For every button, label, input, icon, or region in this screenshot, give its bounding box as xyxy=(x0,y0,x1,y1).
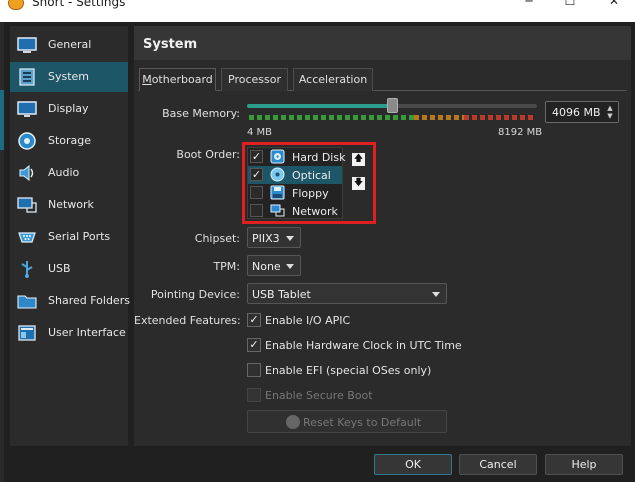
sidebar-item-serial-ports[interactable]: Serial Ports xyxy=(10,222,128,252)
user-interface-icon xyxy=(18,325,36,341)
sidebar-item-label: Shared Folders xyxy=(48,294,130,307)
secure-boot-checkbox xyxy=(247,388,261,402)
pointing-device-select[interactable]: USB Tablet xyxy=(247,283,447,304)
annotation-highlight-box xyxy=(242,142,376,224)
sidebar-item-system[interactable]: System xyxy=(10,62,128,92)
reset-keys-label: Reset Keys to Default xyxy=(303,416,422,429)
tpm-select[interactable]: None xyxy=(247,255,301,276)
system-icon xyxy=(19,68,35,86)
chipset-select[interactable]: PIIX3 xyxy=(247,227,301,248)
efi-label: Enable EFI (special OSes only) xyxy=(265,364,432,377)
background-window-edge xyxy=(0,22,4,482)
sidebar-item-general[interactable]: General xyxy=(10,30,128,60)
settings-sidebar: General System Display Storage Audio Net… xyxy=(10,26,130,446)
chevron-down-icon xyxy=(286,236,294,241)
base-memory-spinbox[interactable]: 4096 MB ▲ ▼ xyxy=(545,101,619,123)
base-memory-value: 4096 MB xyxy=(552,106,601,119)
spin-down-icon[interactable]: ▼ xyxy=(605,112,615,120)
scale-safe-range xyxy=(249,115,414,120)
boot-order-label: Boot Order: xyxy=(176,148,240,161)
sidebar-item-network[interactable]: Network xyxy=(10,190,128,220)
tab-acceleration[interactable]: Acceleration xyxy=(293,68,373,91)
audio-icon xyxy=(19,164,34,182)
network-icon xyxy=(17,197,37,213)
title-bar: Snort - Settings ─ ☐ ✕ xyxy=(0,0,635,22)
spin-up-icon[interactable]: ▲ xyxy=(605,104,615,112)
pointing-device-value: USB Tablet xyxy=(252,288,311,301)
base-memory-label: Base Memory: xyxy=(162,107,240,120)
sidebar-item-audio[interactable]: Audio xyxy=(10,158,128,188)
base-memory-slider-handle[interactable] xyxy=(387,98,398,113)
sidebar-item-display[interactable]: Display xyxy=(10,94,128,124)
base-memory-scale xyxy=(249,115,535,120)
sidebar-item-label: Serial Ports xyxy=(48,230,111,243)
sidebar-item-usb[interactable]: USB xyxy=(10,254,128,284)
scale-danger-range xyxy=(464,115,535,120)
chevron-down-icon xyxy=(432,292,440,297)
chevron-down-icon xyxy=(286,264,294,269)
memory-min-label: 4 MB xyxy=(247,127,273,138)
sidebar-item-label: System xyxy=(48,70,90,83)
reset-keys-button: Reset Keys to Default xyxy=(247,410,447,433)
window-title: Snort - Settings xyxy=(32,0,126,9)
close-button[interactable]: ✕ xyxy=(600,0,628,10)
io-apic-checkbox[interactable]: ✓ xyxy=(247,313,261,327)
sidebar-item-label: Display xyxy=(48,102,89,115)
maximize-button[interactable]: ☐ xyxy=(556,0,584,10)
sidebar-item-user-interface[interactable]: User Interface xyxy=(10,318,128,348)
tab-processor[interactable]: Processor xyxy=(221,68,288,91)
tab-label: Motherboard xyxy=(142,73,213,86)
io-apic-label: Enable I/O APIC xyxy=(265,314,351,327)
hardware-clock-utc-label: Enable Hardware Clock in UTC Time xyxy=(265,339,462,352)
page-heading-bar: System xyxy=(134,26,631,60)
secure-boot-label: Enable Secure Boot xyxy=(265,389,373,402)
tab-motherboard[interactable]: Motherboard xyxy=(139,68,216,91)
settings-page: System Motherboard Processor Acceleratio… xyxy=(134,26,631,446)
sidebar-item-shared-folders[interactable]: Shared Folders xyxy=(10,286,130,316)
sidebar-item-label: USB xyxy=(48,262,71,275)
scale-warning-range xyxy=(414,115,464,120)
chipset-label: Chipset: xyxy=(194,232,240,245)
storage-icon xyxy=(18,132,36,150)
memory-max-label: 8192 MB xyxy=(498,127,543,138)
app-icon xyxy=(8,0,24,10)
display-icon xyxy=(17,101,37,117)
serial-ports-icon xyxy=(18,232,36,243)
sidebar-item-label: Network xyxy=(48,198,94,211)
tpm-label: TPM: xyxy=(213,260,240,273)
sidebar-item-label: General xyxy=(48,38,92,51)
sidebar-item-storage[interactable]: Storage xyxy=(10,126,128,156)
cancel-button[interactable]: Cancel xyxy=(459,454,537,475)
usb-icon xyxy=(21,261,33,278)
tab-label: Processor xyxy=(228,73,281,86)
tpm-value: None xyxy=(252,260,281,273)
reset-icon xyxy=(286,415,300,429)
extended-features-label: Extended Features: xyxy=(134,314,241,327)
base-memory-slider-fill xyxy=(247,104,392,108)
page-title: System xyxy=(143,37,198,52)
sidebar-item-label: Storage xyxy=(48,134,92,147)
help-button[interactable]: Help xyxy=(545,454,623,475)
efi-checkbox[interactable] xyxy=(247,363,261,377)
hardware-clock-utc-checkbox[interactable]: ✓ xyxy=(247,338,261,352)
chipset-value: PIIX3 xyxy=(252,232,280,245)
general-icon xyxy=(17,37,37,53)
ok-button[interactable]: OK xyxy=(374,454,452,475)
shared-folders-icon xyxy=(17,295,37,309)
sidebar-item-label: Audio xyxy=(48,166,80,179)
sidebar-item-label: User Interface xyxy=(48,326,126,339)
tab-label: Acceleration xyxy=(298,73,368,86)
minimize-button[interactable]: ─ xyxy=(515,0,543,10)
pointing-device-label: Pointing Device: xyxy=(150,288,240,301)
